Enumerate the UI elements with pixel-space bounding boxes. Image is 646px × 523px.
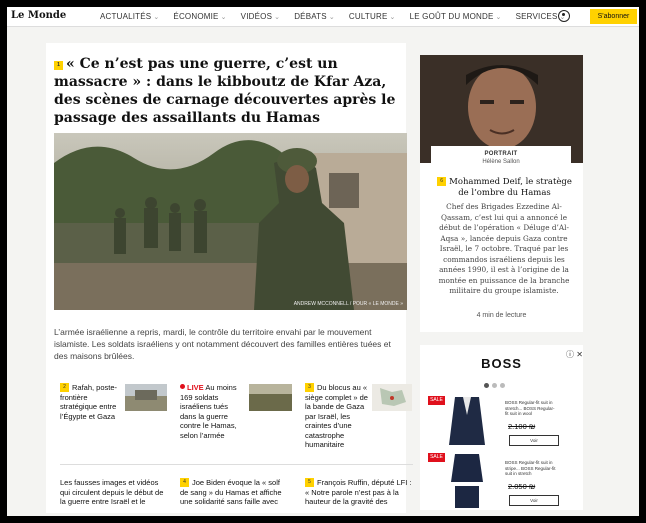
nav-label: DÉBATS — [294, 12, 327, 21]
live-label: LIVE — [187, 383, 204, 392]
article-number-badge: 2 — [60, 383, 69, 392]
product-price: 2.050 ₪ — [508, 482, 536, 491]
subscribe-button[interactable]: S'abonner — [590, 9, 637, 24]
nav-item-videos[interactable]: VIDÉOS ⌄ — [241, 12, 281, 21]
chevron-down-icon: ⌄ — [220, 14, 227, 21]
card-title: Joe Biden évoque la « solf de sang » du … — [180, 478, 282, 506]
article-number-badge: 6 — [437, 177, 447, 186]
article-number-badge: 3 — [305, 383, 314, 392]
sale-badge: SALE — [428, 396, 445, 405]
soldiers-image — [249, 384, 292, 411]
navy-suit-image — [451, 454, 483, 508]
chevron-down-icon: ⌄ — [495, 14, 502, 21]
le-monde-logo[interactable]: Le Monde — [11, 10, 66, 21]
navy-suit-image — [449, 397, 485, 445]
portrait-title-text: Mohammed Deif, le stratège de l’ombre du… — [449, 177, 572, 198]
product-description: BOSS Regular-fit suit in stretch... BOSS… — [505, 400, 555, 416]
gaza-map-image — [372, 384, 412, 411]
product-view-button[interactable]: Voir — [509, 495, 559, 506]
nav-item-actualites[interactable]: ACTUALITÉS ⌄ — [100, 12, 159, 21]
portrait-description: Chef des Brigades Ezzedine Al-Qassam, c’… — [438, 202, 570, 295]
gaza-map-thumbnail[interactable] — [372, 384, 412, 411]
nav-label: SERVICES — [515, 12, 558, 21]
portrait-label-box: PORTRAIT Hélène Sallon — [431, 146, 571, 174]
nav-item-debats[interactable]: DÉBATS ⌄ — [294, 12, 335, 21]
nav-label: VIDÉOS — [240, 12, 273, 21]
product-description: BOSS Regular-fit suit in stripe... BOSS … — [505, 460, 556, 476]
card-title: François Ruffin, député LFI : « Notre pa… — [305, 478, 412, 506]
photo-credit: ANDREW MCCONNELL / POUR « LE MONDE » — [293, 301, 403, 307]
card-text[interactable]: 5 François Ruffin, député LFI : « Notre p… — [305, 478, 413, 507]
main-headline[interactable]: 1 « Ce n’est pas une guerre, c’est un mas… — [54, 55, 399, 127]
nav-item-gout-du-monde[interactable]: LE GOÛT DU MONDE ⌄ — [410, 12, 502, 21]
headline-text[interactable]: « Ce n’est pas une guerre, c’est un mass… — [54, 56, 395, 126]
live-article-card[interactable]: LIVE Au moins 169 soldats israéliens tué… — [180, 383, 246, 440]
top-navigation-bar: Le Monde ACTUALITÉS ⌄ ÉCONOMIE ⌄ VIDÉOS ⌄ D… — [7, 7, 639, 27]
card-text[interactable]: 3 Du blocus au « siège complet » de la ba… — [305, 383, 371, 450]
card-title[interactable]: Les fausses images et vidéos qui circule… — [60, 478, 170, 507]
portrait-title[interactable]: 6 Mohammed Deif, le stratège de l’ombre d… — [432, 177, 577, 199]
card-text[interactable]: LIVE Au moins 169 soldats israéliens tué… — [180, 383, 246, 440]
nav-label: LE GOÛT DU MONDE — [409, 12, 494, 21]
read-time: 4 min de lecture — [476, 312, 527, 319]
portrait-kicker: PORTRAIT — [484, 151, 518, 157]
sale-badge: SALE — [428, 453, 445, 462]
article-lede: L’armée israélienne a repris, mardi, le … — [54, 327, 391, 361]
product-price: 2.100 ₪ — [508, 422, 536, 431]
nav-label: ACTUALITÉS — [100, 12, 152, 21]
nav-item-culture[interactable]: CULTURE ⌄ — [349, 12, 396, 21]
soldiers-thumbnail[interactable] — [249, 384, 292, 411]
soldiers-photo-illustration — [54, 133, 407, 310]
nav-label: ÉCONOMIE — [173, 12, 219, 21]
article-number-badge: 1 — [54, 61, 63, 70]
ad-brand-logo[interactable]: BOSS — [420, 356, 583, 371]
related-article-card[interactable]: Les fausses images et vidéos qui circule… — [60, 478, 170, 509]
chevron-down-icon: ⌄ — [389, 14, 396, 21]
carousel-dot[interactable] — [500, 383, 505, 388]
hero-photo[interactable]: ANDREW MCCONNELL / POUR « LE MONDE » — [54, 133, 407, 310]
live-indicator-icon — [180, 384, 185, 389]
card-text[interactable]: 2 Rafah, poste-frontière stratégique entr… — [60, 383, 123, 421]
carousel-dot[interactable] — [484, 383, 489, 388]
portrait-author[interactable]: Hélène Sallon — [431, 159, 571, 165]
article-number-badge: 4 — [180, 478, 189, 487]
suit-product-image[interactable] — [447, 452, 487, 508]
related-article-card[interactable]: 5 François Ruffin, député LFI : « Notre p… — [305, 478, 413, 509]
rafah-image — [125, 384, 167, 411]
carousel-dots — [484, 375, 508, 393]
main-nav: ACTUALITÉS ⌄ ÉCONOMIE ⌄ VIDÉOS ⌄ DÉBATS ⌄ CU… — [100, 12, 580, 21]
nav-label: CULTURE — [348, 12, 388, 21]
rafah-thumbnail[interactable] — [125, 384, 167, 411]
product-view-button[interactable]: Voir — [509, 435, 559, 446]
nav-item-economie[interactable]: ÉCONOMIE ⌄ — [173, 12, 226, 21]
carousel-dot[interactable] — [492, 383, 497, 388]
chevron-down-icon: ⌄ — [328, 14, 335, 21]
divider — [60, 464, 413, 465]
related-article-card[interactable]: 3 Du blocus au « siège complet » de la ba… — [305, 383, 371, 449]
chevron-down-icon: ⌄ — [153, 14, 160, 21]
article-number-badge: 5 — [305, 478, 314, 487]
related-article-card[interactable]: 2 Rafah, poste-frontière stratégique entr… — [60, 383, 123, 428]
related-article-card[interactable]: 4 Joe Biden évoque la « solf de sang » du… — [180, 478, 290, 509]
card-title: Du blocus au « siège complet » de la ban… — [305, 383, 368, 449]
card-text[interactable]: 4 Joe Biden évoque la « solf de sang » du… — [180, 478, 290, 507]
user-account-icon[interactable] — [558, 10, 570, 22]
chevron-down-icon: ⌄ — [274, 14, 281, 21]
suit-product-image[interactable] — [447, 393, 487, 448]
